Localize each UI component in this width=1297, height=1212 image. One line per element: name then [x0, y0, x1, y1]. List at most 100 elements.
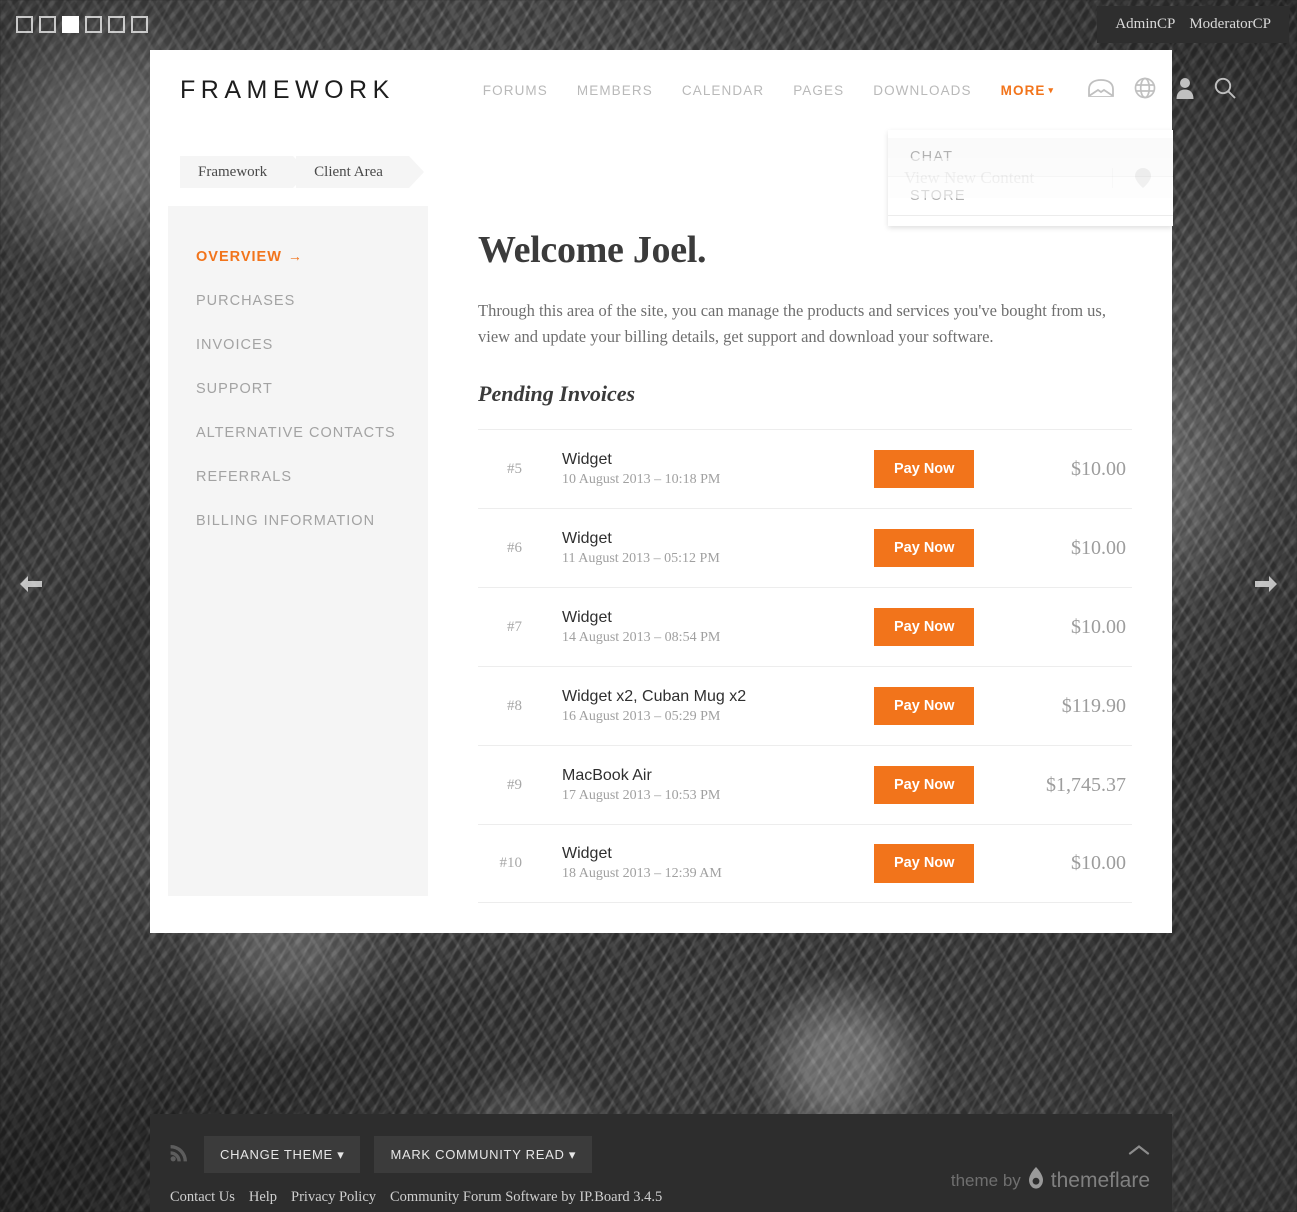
pay-now-button[interactable]: Pay Now: [874, 607, 975, 647]
invoice-action: Pay Now: [874, 686, 1014, 726]
admin-bar: AdminCP ModeratorCP: [1097, 6, 1289, 43]
pay-now-button[interactable]: Pay Now: [874, 686, 975, 726]
nav-item-forums[interactable]: FORUMS: [483, 83, 548, 98]
arrow-right-icon: →: [287, 248, 303, 264]
nav-item-members[interactable]: MEMBERS: [577, 83, 653, 98]
client-area-main: Welcome Joel. Through this area of the s…: [428, 206, 1146, 904]
sidebar-item-overview-label: OVERVIEW: [196, 249, 282, 265]
slideshow-prev-arrow-icon[interactable]: [14, 571, 48, 597]
pay-now-button[interactable]: Pay Now: [874, 528, 975, 568]
chevron-down-icon: ▾: [1048, 85, 1055, 96]
invoice-action: Pay Now: [874, 528, 1014, 568]
search-input[interactable]: View New Content: [888, 168, 1112, 188]
invoice-action: Pay Now: [874, 449, 1014, 489]
footer-link-help[interactable]: Help: [249, 1189, 277, 1206]
nav-item-downloads[interactable]: DOWNLOADS: [873, 83, 971, 98]
invoice-title: Widget: [562, 529, 612, 547]
slide-dot-2[interactable]: [39, 16, 56, 33]
footer-link-contact-us[interactable]: Contact Us: [170, 1189, 235, 1206]
moderatorcp-link[interactable]: ModeratorCP: [1189, 16, 1271, 33]
client-area-sidebar: OVERVIEW → PURCHASES INVOICES SUPPORT ALT…: [168, 206, 428, 896]
user-icon[interactable]: [1176, 77, 1194, 104]
breadcrumb-item-framework[interactable]: Framework: [180, 156, 309, 188]
table-row[interactable]: #9 MacBook Air 17 August 2013 – 10:53 PM…: [478, 745, 1132, 824]
invoice-description: Widget 14 August 2013 – 08:54 PM: [540, 609, 874, 646]
invoice-title: Widget: [562, 845, 612, 863]
slideshow-pagination[interactable]: [16, 16, 148, 33]
site-footer: CHANGE THEME ▾ MARK COMMUNITY READ ▾ Con…: [150, 1114, 1172, 1212]
invoice-id: #9: [507, 776, 522, 793]
invoice-id: #7: [507, 618, 522, 635]
map-pin-icon[interactable]: [1112, 168, 1172, 188]
invoice-amount: $10.00: [1071, 615, 1126, 638]
invoice-id: #10: [499, 855, 523, 872]
slide-dot-5[interactable]: [108, 16, 125, 33]
invoice-amount: $10.00: [1071, 852, 1126, 875]
pending-invoices-list: #5 Widget 10 August 2013 – 10:18 PM Pay …: [478, 429, 1132, 904]
invoice-description: Widget 18 August 2013 – 12:39 AM: [540, 845, 874, 882]
sidebar-item-purchases[interactable]: PURCHASES: [196, 293, 428, 309]
view-new-content-search[interactable]: View New Content: [888, 158, 1172, 198]
header-icon-group: [1088, 77, 1236, 104]
pay-now-button[interactable]: Pay Now: [874, 449, 975, 489]
invoice-id: #6: [507, 539, 522, 556]
globe-icon[interactable]: [1134, 77, 1156, 104]
pay-now-button[interactable]: Pay Now: [874, 765, 975, 805]
slideshow-next-arrow-icon[interactable]: [1249, 571, 1283, 597]
pay-now-button[interactable]: Pay Now: [874, 844, 975, 883]
nav-item-more[interactable]: MORE ▾: [1001, 83, 1055, 98]
page-title: Welcome Joel.: [478, 229, 707, 271]
invoice-title: Widget: [562, 608, 612, 626]
theme-credit[interactable]: theme by themeflare: [951, 1167, 1150, 1194]
invoice-date: 11 August 2013 – 05:12 PM: [562, 550, 720, 566]
primary-navigation: FORUMS MEMBERS CALENDAR PAGES DOWNLOADS …: [483, 83, 1054, 98]
sidebar-item-invoices[interactable]: INVOICES: [196, 337, 428, 353]
table-row[interactable]: #6 Widget 11 August 2013 – 05:12 PM Pay …: [478, 508, 1132, 587]
footer-right-group: theme by themeflare: [951, 1143, 1150, 1194]
invoice-amount: $10.00: [1071, 536, 1126, 559]
sidebar-item-alternative-contacts[interactable]: ALTERNATIVE CONTACTS: [196, 425, 428, 441]
invoice-description: Widget 10 August 2013 – 10:18 PM: [540, 451, 874, 488]
invoice-date: 16 August 2013 – 05:29 PM: [562, 708, 721, 724]
breadcrumb-item-client-area[interactable]: Client Area: [296, 156, 424, 188]
invoice-action: Pay Now: [874, 765, 1014, 805]
nav-item-more-label: MORE: [1000, 82, 1046, 98]
sidebar-item-billing-information[interactable]: BILLING INFORMATION: [196, 513, 428, 529]
table-row[interactable]: #10 Widget 18 August 2013 – 12:39 AM Pay…: [478, 824, 1132, 904]
site-header: FRAMEWORK FORUMS MEMBERS CALENDAR PAGES …: [150, 50, 1236, 226]
search-icon[interactable]: [1214, 77, 1236, 104]
invoice-amount: $10.00: [1071, 457, 1126, 480]
invoice-date: 18 August 2013 – 12:39 AM: [562, 866, 722, 882]
rss-icon[interactable]: [170, 1142, 190, 1167]
inbox-icon[interactable]: [1088, 78, 1115, 103]
invoice-date: 10 August 2013 – 10:18 PM: [562, 471, 721, 487]
mark-community-read-button[interactable]: MARK COMMUNITY READ ▾: [374, 1136, 593, 1173]
admincp-link[interactable]: AdminCP: [1115, 16, 1175, 33]
footer-link-privacy-policy[interactable]: Privacy Policy: [291, 1189, 376, 1206]
slide-dot-3[interactable]: [62, 16, 79, 33]
theme-credit-brand: themeflare: [1050, 1168, 1150, 1192]
slide-dot-4[interactable]: [85, 16, 102, 33]
intro-text: Through this area of the site, you can m…: [478, 301, 1106, 346]
content-columns: OVERVIEW → PURCHASES INVOICES SUPPORT ALT…: [168, 206, 1146, 904]
sidebar-item-referrals[interactable]: REFERRALS: [196, 469, 428, 485]
slide-dot-6[interactable]: [131, 16, 148, 33]
nav-item-calendar[interactable]: CALENDAR: [682, 83, 764, 98]
theme-credit-prefix: theme by: [950, 1170, 1021, 1190]
nav-item-pages[interactable]: PAGES: [793, 83, 844, 98]
sidebar-item-overview[interactable]: OVERVIEW →: [196, 248, 428, 265]
invoice-action: Pay Now: [874, 607, 1014, 647]
invoice-id: #8: [507, 697, 522, 714]
table-row[interactable]: #5 Widget 10 August 2013 – 10:18 PM Pay …: [478, 429, 1132, 508]
chevron-up-icon[interactable]: [951, 1143, 1150, 1161]
table-row[interactable]: #7 Widget 14 August 2013 – 08:54 PM Pay …: [478, 587, 1132, 666]
invoice-description: Widget 11 August 2013 – 05:12 PM: [540, 530, 874, 567]
change-theme-button[interactable]: CHANGE THEME ▾: [204, 1136, 361, 1173]
footer-link-forum-software[interactable]: Community Forum Software by IP.Board 3.4…: [390, 1189, 662, 1206]
table-row[interactable]: #8 Widget x2, Cuban Mug x2 16 August 201…: [478, 666, 1132, 745]
sidebar-item-support[interactable]: SUPPORT: [196, 381, 428, 397]
invoice-title: Widget: [562, 450, 612, 468]
slide-dot-1[interactable]: [16, 16, 33, 33]
site-logo[interactable]: FRAMEWORK: [180, 76, 395, 105]
invoice-title: MacBook Air: [562, 766, 652, 784]
